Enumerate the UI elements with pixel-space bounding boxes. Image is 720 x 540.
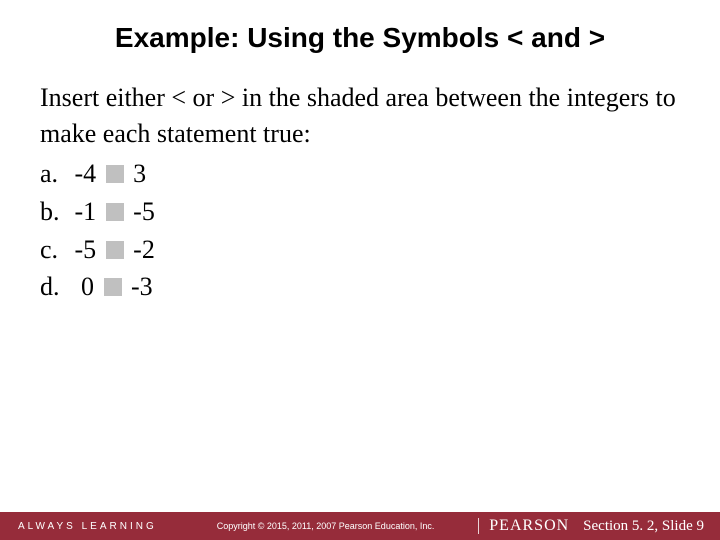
brand-text: PEARSON bbox=[489, 517, 569, 535]
always-learning-label: ALWAYS LEARNING bbox=[0, 521, 157, 532]
list-item: a. -4 3 bbox=[40, 156, 680, 192]
divider-icon bbox=[478, 518, 479, 534]
problem-list: a. -4 3 b. -1 -5 c. -5 -2 d. 0 -3 bbox=[40, 156, 680, 306]
shaded-box bbox=[104, 278, 122, 296]
item-right: 3 bbox=[140, 272, 153, 301]
list-item: d. 0 -3 bbox=[40, 269, 680, 305]
item-left: 4 bbox=[83, 159, 96, 188]
minus-icon: - bbox=[133, 197, 142, 226]
minus-icon: - bbox=[133, 235, 142, 264]
item-left: 5 bbox=[83, 235, 96, 264]
item-right: 5 bbox=[142, 197, 155, 226]
slide-body: Insert either < or > in the shaded area … bbox=[0, 64, 720, 305]
item-label: d. bbox=[40, 269, 68, 305]
pearson-logo: PEARSON bbox=[470, 517, 583, 535]
minus-icon: - bbox=[75, 235, 84, 264]
intro-text: Insert either < or > in the shaded area … bbox=[40, 80, 680, 152]
item-label: c. bbox=[40, 232, 68, 268]
footer-bar: ALWAYS LEARNING Copyright © 2015, 2011, … bbox=[0, 512, 720, 540]
item-left: 0 bbox=[81, 272, 94, 301]
item-label: a. bbox=[40, 156, 68, 192]
item-left: 1 bbox=[83, 197, 96, 226]
copyright-text: Copyright © 2015, 2011, 2007 Pearson Edu… bbox=[157, 521, 471, 531]
section-slide-label: Section 5. 2, Slide 9 bbox=[583, 518, 720, 535]
slide: Example: Using the Symbols < and > Inser… bbox=[0, 0, 720, 540]
item-right: 2 bbox=[142, 235, 155, 264]
list-item: c. -5 -2 bbox=[40, 232, 680, 268]
minus-icon: - bbox=[75, 159, 84, 188]
shaded-box bbox=[106, 241, 124, 259]
shaded-box bbox=[106, 165, 124, 183]
slide-title: Example: Using the Symbols < and > bbox=[0, 0, 720, 64]
item-label: b. bbox=[40, 194, 68, 230]
shaded-box bbox=[106, 203, 124, 221]
list-item: b. -1 -5 bbox=[40, 194, 680, 230]
item-right: 3 bbox=[133, 159, 146, 188]
minus-icon: - bbox=[75, 197, 84, 226]
minus-icon: - bbox=[131, 272, 140, 301]
